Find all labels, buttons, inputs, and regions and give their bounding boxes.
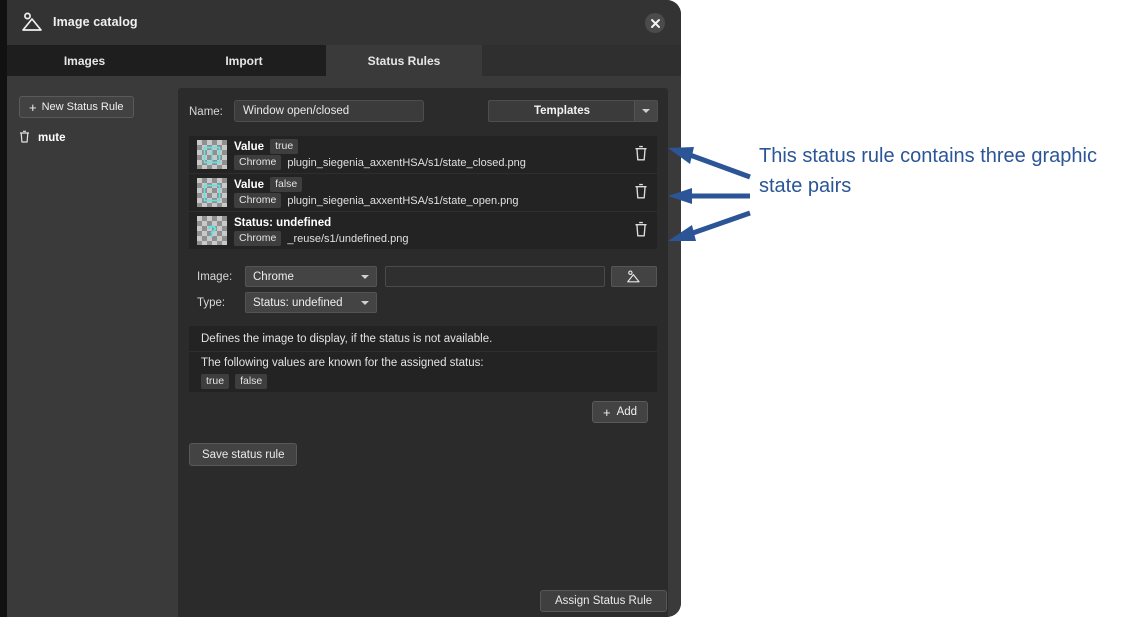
image-source-dropdown[interactable]: Chrome (245, 266, 377, 287)
add-button-label: Add (616, 406, 638, 418)
state-pair-value-chip: true (270, 139, 299, 154)
sidebar: + New Status Rule mute (7, 76, 178, 617)
chevron-down-icon (361, 275, 369, 279)
state-pair-path: _reuse/s1/undefined.png (287, 232, 409, 245)
window-left-edge (0, 0, 7, 617)
state-pair-row[interactable]: Value false Chrome plugin_siegenia_axxen… (189, 174, 657, 212)
chevron-down-icon (361, 301, 369, 305)
close-icon[interactable] (645, 13, 665, 33)
templates-dropdown-label: Templates (533, 105, 591, 117)
type-row: Type: Status: undefined (189, 292, 657, 318)
templates-dropdown[interactable]: Templates (488, 100, 658, 122)
name-input[interactable] (234, 100, 424, 122)
new-status-rule-button[interactable]: + New Status Rule (19, 96, 134, 118)
type-label: Type: (197, 297, 226, 309)
info-known-values-label: The following values are known for the a… (201, 357, 484, 369)
assign-status-rule-button[interactable]: Assign Status Rule (540, 590, 668, 612)
svg-text:?: ? (207, 222, 217, 241)
name-row: Name: Templates (178, 100, 668, 128)
window-open-thumb (197, 178, 227, 207)
trash-icon[interactable] (634, 221, 648, 237)
state-pair-row[interactable]: ? Status: undefined Chrome _reuse/s1/und… (189, 212, 657, 249)
state-pair-source-chip: Chrome (234, 193, 282, 208)
state-pair-source-chip: Chrome (234, 231, 282, 246)
image-catalog-icon (21, 10, 47, 34)
sidebar-item-mute[interactable]: mute (19, 128, 169, 148)
assign-status-rule-label: Assign Status Rule (555, 595, 653, 607)
tab-bar-filler (482, 45, 681, 76)
state-pair-path: plugin_siegenia_axxentHSA/s1/state_close… (287, 156, 526, 169)
state-pair-row[interactable]: Value true Chrome plugin_siegenia_axxent… (189, 136, 657, 174)
tab-status-rules[interactable]: Status Rules (326, 45, 482, 76)
known-value-chip: false (235, 374, 268, 389)
trash-icon[interactable] (634, 145, 648, 161)
state-pair-source-chip: Chrome (234, 155, 282, 170)
type-dropdown[interactable]: Status: undefined (245, 292, 377, 313)
window-title: Image catalog (53, 15, 138, 29)
status-rule-list: mute (19, 128, 169, 148)
image-row: Image: Chrome (189, 266, 657, 292)
tab-import-label: Import (225, 53, 263, 68)
tab-status-rules-label: Status Rules (367, 53, 441, 68)
image-picker-icon[interactable] (611, 266, 657, 287)
trash-icon[interactable] (634, 183, 648, 199)
type-value: Status: undefined (253, 296, 343, 309)
state-pair-kind: Value (234, 178, 265, 191)
info-description: Defines the image to display, if the sta… (201, 332, 493, 345)
state-pair-path: plugin_siegenia_axxentHSA/s1/state_open.… (287, 194, 519, 207)
known-values-list: true false (201, 374, 268, 389)
title-bar: Image catalog (7, 0, 681, 45)
add-button[interactable]: + Add (592, 401, 649, 423)
trash-icon[interactable] (19, 130, 30, 146)
state-pair-list: Value true Chrome plugin_siegenia_axxent… (189, 136, 657, 249)
window-body: + New Status Rule mute Name: Window open… (7, 76, 681, 617)
question-mark-thumb: ? (197, 216, 227, 245)
tab-images-label: Images (63, 53, 106, 68)
info-description-row: Defines the image to display, if the sta… (189, 326, 657, 352)
status-rule-editor-panel: Name: Templates (178, 88, 668, 617)
save-status-rule-button[interactable]: Save status rule (189, 443, 298, 466)
info-box: Defines the image to display, if the sta… (189, 326, 657, 392)
sidebar-item-mute-label: mute (38, 132, 66, 144)
state-pair-value-chip: false (270, 177, 303, 192)
state-pair-kind: Status: undefined (234, 216, 332, 229)
tab-import[interactable]: Import (162, 45, 326, 76)
plus-icon: + (29, 99, 37, 115)
image-catalog-window: Image catalog Images Import Status Rules… (0, 0, 681, 617)
new-status-rule-label: New Status Rule (41, 101, 124, 113)
known-value-chip: true (201, 374, 230, 389)
image-label: Image: (197, 271, 233, 283)
save-status-rule-label: Save status rule (202, 448, 285, 461)
tab-images[interactable]: Images (7, 45, 162, 76)
image-source-value: Chrome (253, 270, 294, 283)
annotation-text: This status rule contains three graphic … (759, 145, 1097, 197)
image-type-form: Image: Chrome Type: Status: undefined (189, 266, 657, 318)
name-label: Name: (189, 106, 223, 118)
plus-icon: + (603, 404, 611, 420)
chevron-down-icon[interactable] (634, 101, 657, 121)
image-path-input[interactable] (385, 266, 605, 287)
window-closed-thumb (197, 140, 227, 169)
state-pair-kind: Value (234, 140, 265, 153)
tab-bar: Images Import Status Rules (7, 45, 681, 76)
